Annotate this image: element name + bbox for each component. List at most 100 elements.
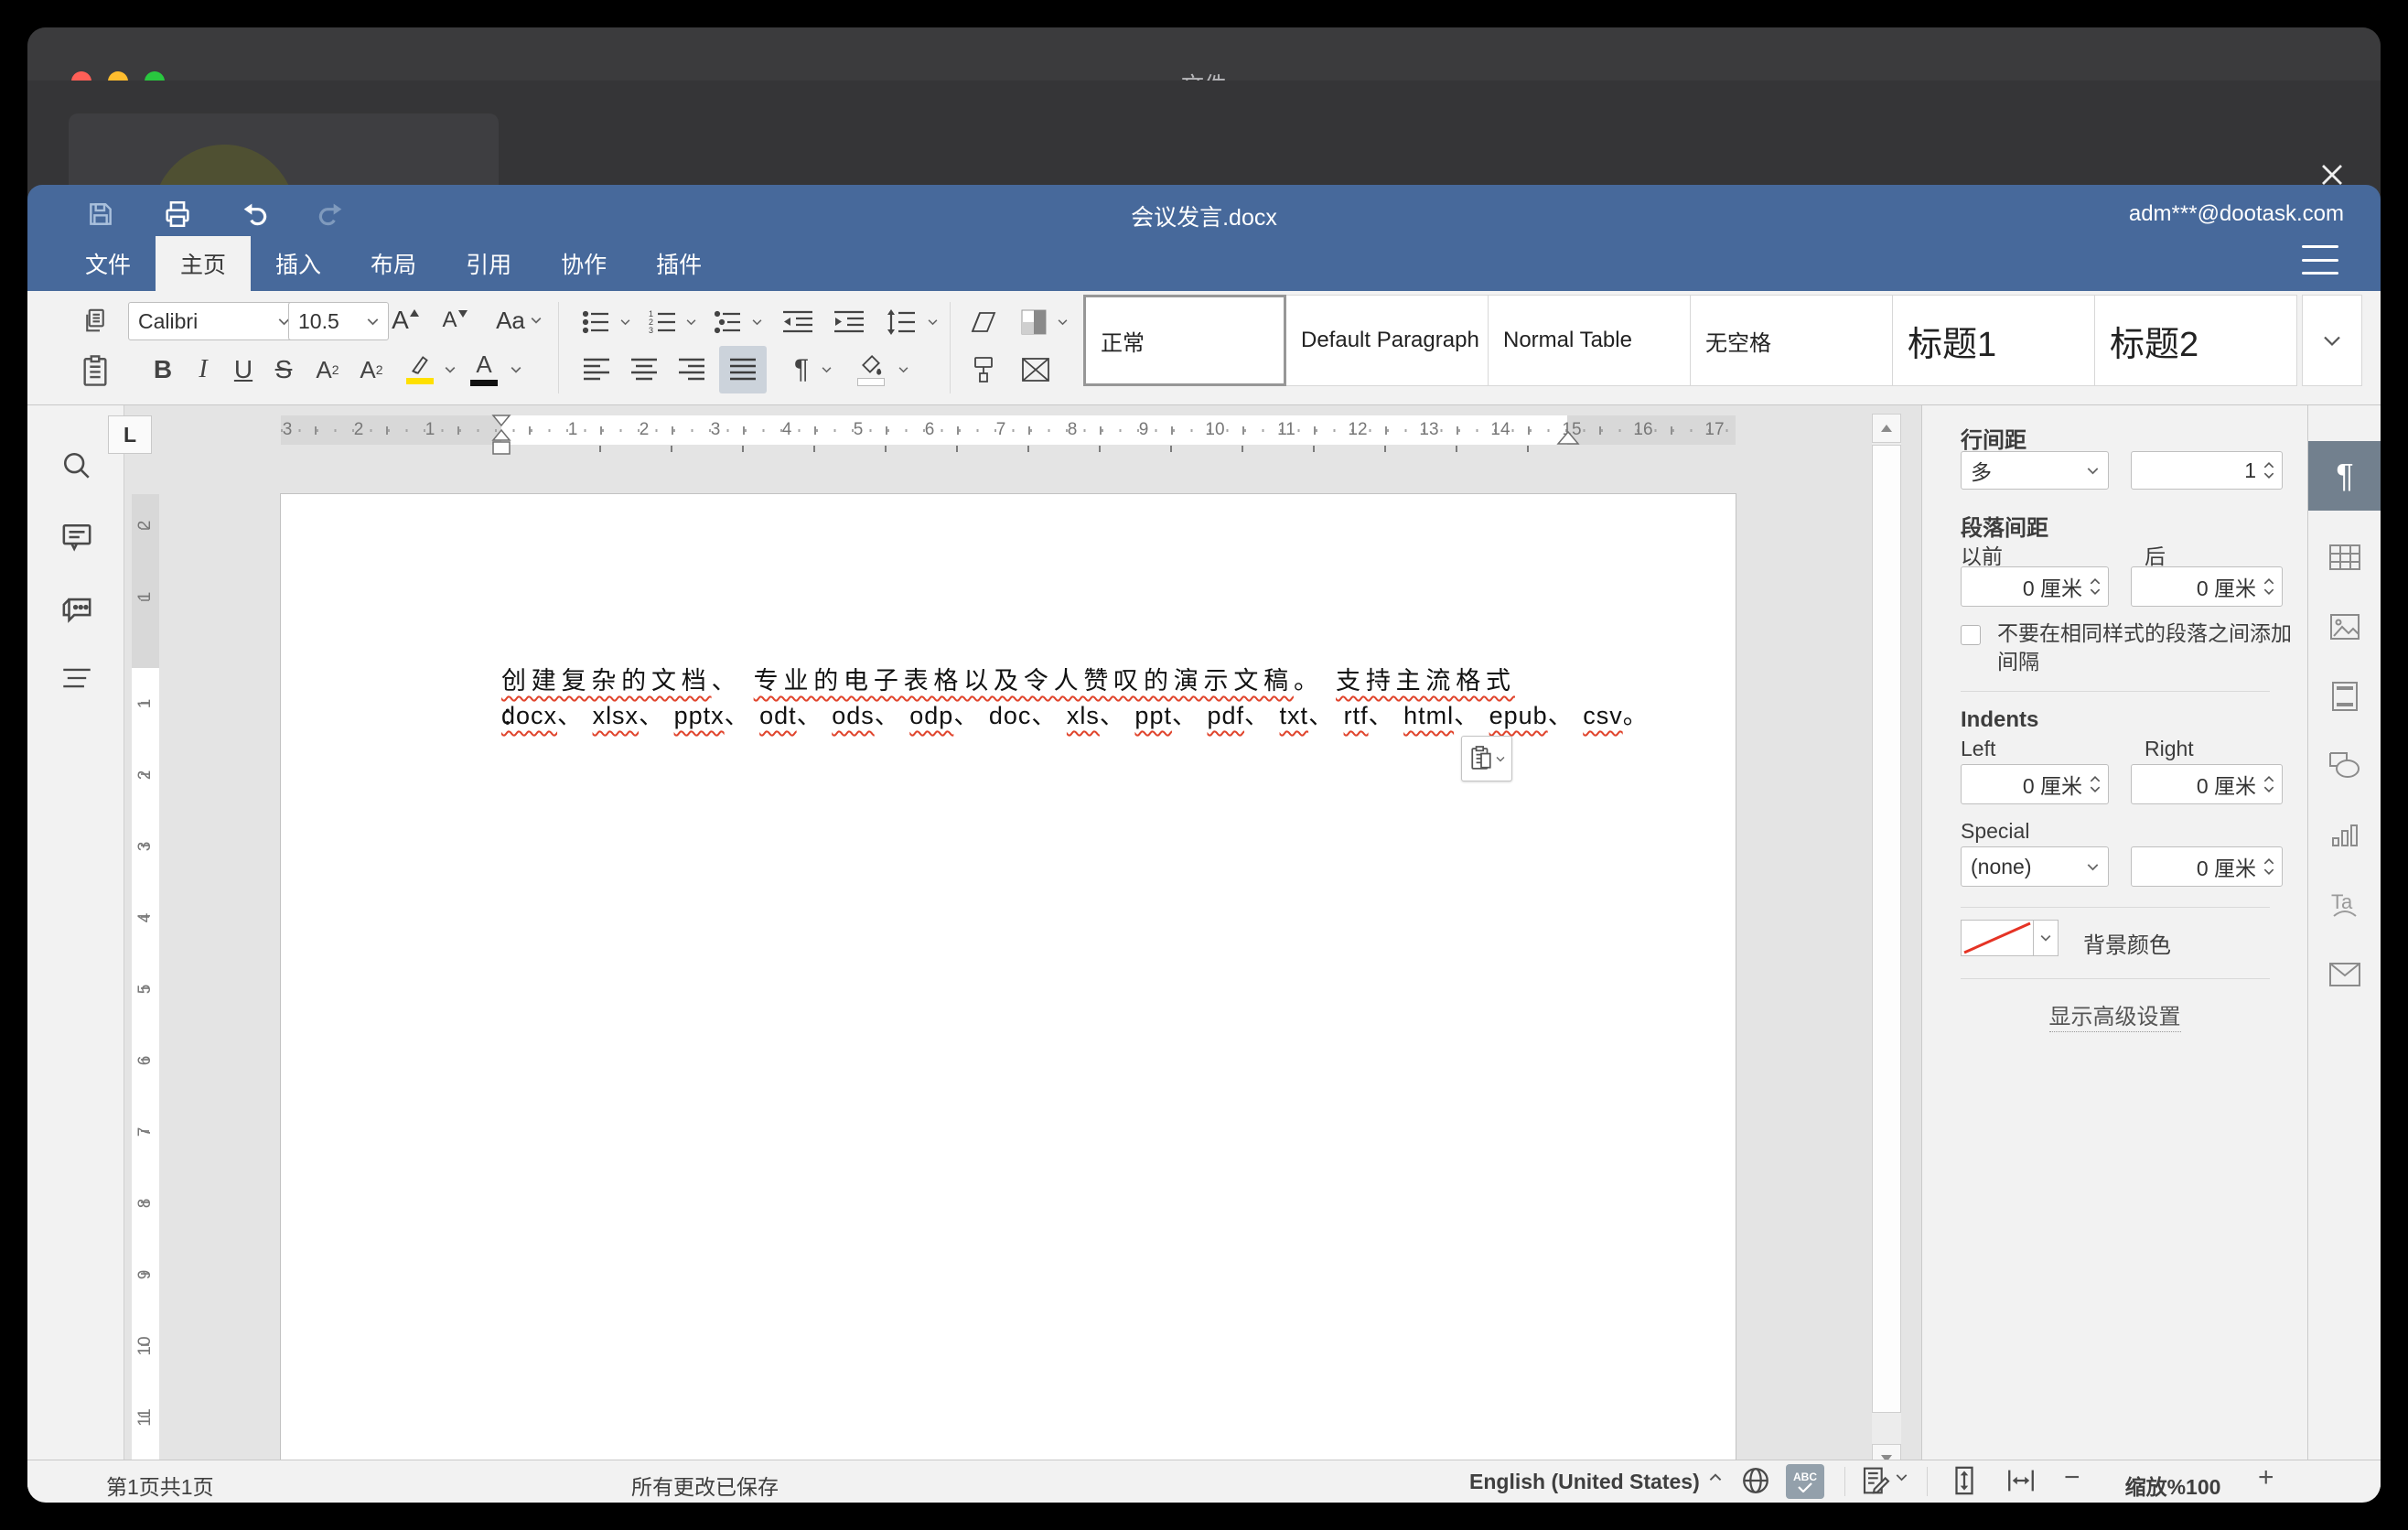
header-footer-settings-icon[interactable]	[2308, 671, 2381, 722]
special-amount-spinner[interactable]: 0 厘米	[2131, 846, 2283, 887]
indent-markers[interactable]	[484, 414, 519, 459]
style-option[interactable]: 正常	[1083, 295, 1286, 386]
spacing-before-spinner[interactable]: 0 厘米	[1961, 566, 2109, 607]
chart-settings-icon[interactable]	[2308, 810, 2381, 861]
mail-merge-button[interactable]	[1016, 350, 1056, 390]
vertical-ruler[interactable]: 1234567891011	[132, 668, 159, 1482]
chat-icon[interactable]	[59, 590, 95, 627]
numbered-list-button[interactable]: 123	[642, 304, 683, 340]
line-spacing-dropdown[interactable]	[924, 304, 941, 340]
font-name-select[interactable]: Calibri	[128, 302, 300, 340]
scrollbar-thumb[interactable]	[1872, 445, 1901, 1413]
italic-button[interactable]: I	[185, 350, 221, 390]
decrease-indent-button[interactable]	[776, 304, 820, 340]
style-option[interactable]: 标题2	[2094, 295, 2297, 386]
spacing-after-spinner[interactable]: 0 厘米	[2131, 566, 2283, 607]
document-page[interactable]: 创建复杂的文档、 专业的电子表格以及令人赞叹的演示文稿。 支持主流格式 ： do…	[281, 494, 1736, 1482]
line-spacing-count-spinner[interactable]: 1	[2131, 451, 2283, 490]
increase-font-icon[interactable]: A	[384, 302, 426, 339]
horizontal-ruler[interactable]: 321 1234567891011121314151617	[281, 415, 1736, 445]
multilevel-list-button[interactable]	[708, 304, 748, 340]
copy-style-button[interactable]	[962, 350, 1005, 390]
fit-width-icon[interactable]	[2005, 1465, 2037, 1496]
show-advanced-settings-link[interactable]: 显示高级设置	[1922, 998, 2307, 1030]
decrease-font-icon[interactable]: A	[434, 302, 476, 339]
style-option[interactable]: 标题1	[1892, 295, 2095, 386]
fit-page-icon[interactable]	[1949, 1465, 1980, 1496]
strikethrough-button[interactable]: S	[265, 350, 302, 390]
spell-check-toggle[interactable]: ABC	[1786, 1464, 1824, 1499]
font-size-select[interactable]: 10.5	[288, 302, 389, 340]
paste-button[interactable]	[73, 348, 117, 393]
underline-button[interactable]: U	[225, 350, 262, 390]
clear-style-button[interactable]	[962, 304, 1005, 340]
align-left-button[interactable]	[576, 351, 617, 388]
justify-button[interactable]	[719, 346, 767, 393]
copy-button[interactable]	[75, 300, 115, 340]
align-right-button[interactable]	[672, 351, 712, 388]
styles-gallery-expand[interactable]	[2302, 295, 2362, 386]
table-settings-icon[interactable]	[2308, 532, 2381, 583]
comments-icon[interactable]	[59, 519, 95, 555]
subscript-button[interactable]: A2	[351, 350, 392, 390]
bold-button[interactable]: B	[145, 350, 181, 390]
ribbon-tab[interactable]: 插件	[631, 236, 726, 291]
style-option[interactable]: Default Paragraph	[1285, 295, 1489, 386]
paragraph-marks-button[interactable]: ¶	[785, 351, 818, 388]
multilevel-list-dropdown[interactable]	[748, 304, 765, 340]
style-option[interactable]: 无空格	[1690, 295, 1893, 386]
ribbon-tab[interactable]: 协作	[536, 236, 631, 291]
bullet-list-button[interactable]	[576, 304, 617, 340]
tab-stop-selector[interactable]: L	[108, 415, 152, 454]
ribbon-tab[interactable]: 文件	[60, 236, 156, 291]
ribbon-tab[interactable]: 引用	[441, 236, 536, 291]
search-icon[interactable]	[59, 447, 95, 484]
highlight-color-button[interactable]	[401, 344, 439, 392]
ribbon-tab[interactable]: 主页	[156, 236, 251, 291]
document-line[interactable]: docx、 xlsx、 pptx、 odt、 ods、 odp、 doc、 xl…	[501, 695, 1649, 731]
vertical-ruler-top-margin[interactable]: 21	[132, 494, 159, 668]
menu-icon[interactable]	[2302, 242, 2338, 278]
style-option[interactable]: Normal Table	[1488, 295, 1691, 386]
zoom-out-button[interactable]: −	[2064, 1462, 2080, 1493]
font-color-dropdown[interactable]	[507, 350, 525, 390]
vertical-scrollbar[interactable]	[1872, 414, 1901, 1485]
borders-color-button[interactable]	[1016, 304, 1052, 340]
track-changes-icon[interactable]	[1861, 1466, 1890, 1495]
superscript-button[interactable]: A2	[307, 350, 348, 390]
indent-right-spinner[interactable]: 0 厘米	[2131, 764, 2283, 804]
increase-indent-button[interactable]	[827, 304, 871, 340]
ribbon-tab[interactable]: 插入	[251, 236, 346, 291]
shading-button[interactable]	[851, 346, 891, 393]
language-caret-icon[interactable]	[1709, 1473, 1722, 1482]
navigation-icon[interactable]	[59, 660, 95, 696]
no-space-checkbox[interactable]	[1961, 625, 1981, 645]
indent-left-spinner[interactable]: 0 厘米	[1961, 764, 2109, 804]
language-selector[interactable]: English (United States)	[1469, 1470, 1700, 1494]
paragraph-settings-icon[interactable]: ¶	[2308, 441, 2381, 511]
paste-options-button[interactable]	[1461, 736, 1512, 781]
background-color-dropdown[interactable]	[2033, 920, 2059, 956]
ribbon-tab[interactable]: 布局	[346, 236, 441, 291]
track-changes-dropdown[interactable]	[1896, 1473, 1908, 1482]
right-indent-marker[interactable]	[1554, 430, 1582, 447]
close-icon[interactable]	[2317, 159, 2348, 185]
bullet-list-dropdown[interactable]	[617, 304, 633, 340]
page-indicator[interactable]: 第1页共1页	[106, 1470, 214, 1501]
mail-merge-settings-icon[interactable]	[2308, 949, 2381, 1000]
shape-settings-icon[interactable]	[2308, 740, 2381, 792]
line-spacing-button[interactable]	[880, 304, 922, 340]
paragraph-marks-dropdown[interactable]	[818, 351, 834, 388]
scroll-up-icon[interactable]	[1872, 414, 1901, 443]
borders-color-dropdown[interactable]	[1054, 304, 1070, 340]
line-spacing-select[interactable]: 多	[1961, 451, 2109, 490]
image-settings-icon[interactable]	[2308, 601, 2381, 652]
highlight-color-dropdown[interactable]	[441, 350, 459, 390]
numbered-list-dropdown[interactable]	[683, 304, 699, 340]
align-center-button[interactable]	[624, 351, 664, 388]
special-select[interactable]: (none)	[1961, 846, 2109, 887]
document-language-icon[interactable]	[1740, 1465, 1771, 1496]
font-color-button[interactable]: A	[465, 344, 503, 392]
zoom-in-button[interactable]: +	[2258, 1462, 2274, 1493]
background-color-swatch[interactable]	[1961, 920, 2034, 956]
